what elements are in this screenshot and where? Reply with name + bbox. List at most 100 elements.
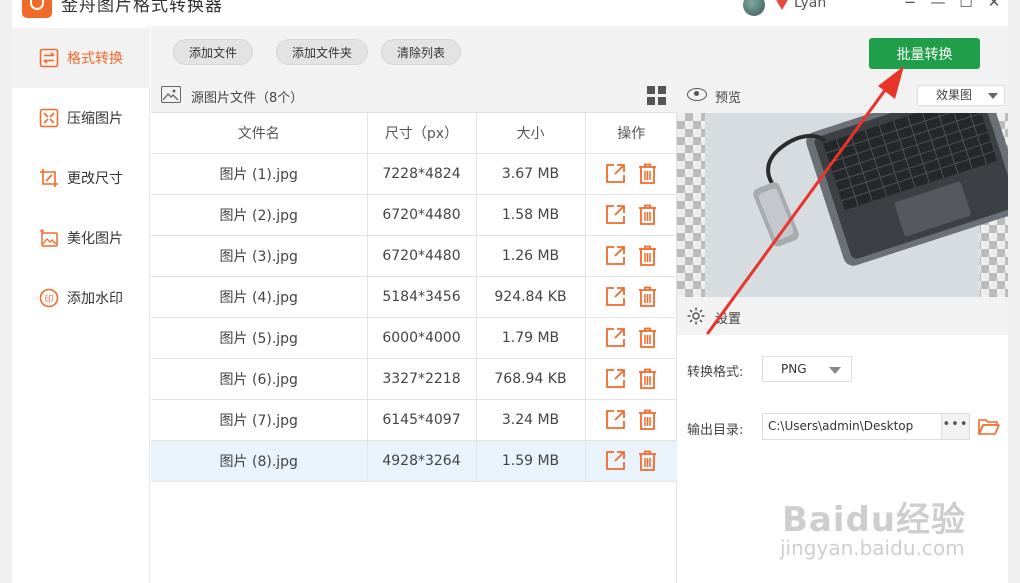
chevron-down-icon (988, 93, 998, 99)
file-list-header: 源图片文件（8个） (151, 76, 677, 113)
table-row[interactable]: 图片 (8).jpg 4928*3264 1.59 MB (151, 440, 677, 482)
baidu-watermark: Baidu经验 jingyan.baidu.com (780, 490, 1000, 570)
file-actions (585, 235, 677, 277)
maximize-button[interactable]: ☐ (956, 0, 976, 11)
file-name: 图片 (5).jpg (151, 317, 368, 359)
file-dimensions: 6720*4480 (367, 235, 477, 277)
trash-icon[interactable] (638, 327, 657, 348)
file-size: 1.79 MB (476, 317, 586, 359)
title-bar: 金舟图片格式转换器 Lyan − — ☐ ✕ (12, 0, 1008, 26)
open-external-icon[interactable] (605, 409, 626, 430)
app-logo-icon (22, 0, 52, 18)
file-name: 图片 (6).jpg (151, 358, 368, 400)
file-size: 1.26 MB (476, 235, 586, 277)
watermark-url: jingyan.baidu.com (780, 536, 965, 560)
window-right-edge (1008, 0, 1020, 583)
add-folder-button[interactable]: 添加文件夹 (276, 39, 368, 65)
trash-icon[interactable] (638, 163, 657, 184)
avatar[interactable] (743, 0, 765, 16)
username[interactable]: Lyan (794, 0, 826, 11)
toolbar: 添加文件 添加文件夹 清除列表 批量转换 (151, 26, 1008, 76)
sidebar-item-compress[interactable]: 压缩图片 (12, 88, 150, 148)
open-external-icon[interactable] (605, 450, 626, 471)
trash-icon[interactable] (638, 286, 657, 307)
vip-badge-icon (775, 0, 789, 10)
open-external-icon[interactable] (605, 245, 626, 266)
file-size: 768.94 KB (476, 358, 586, 400)
beautify-icon (39, 228, 59, 248)
open-external-icon[interactable] (605, 286, 626, 307)
format-value: PNG (781, 362, 807, 376)
file-size: 3.24 MB (476, 399, 586, 441)
sidebar: 格式转换 压缩图片 更改尺寸 美化图片 印 添加水印 (12, 26, 150, 583)
trash-icon[interactable] (638, 204, 657, 225)
file-actions (585, 276, 677, 318)
sidebar-item-label: 美化图片 (67, 231, 123, 247)
sidebar-item-label: 格式转换 (67, 51, 123, 67)
trash-icon[interactable] (638, 409, 657, 430)
table-row[interactable]: 图片 (2).jpg 6720*4480 1.58 MB (151, 194, 677, 236)
folder-icon[interactable] (978, 417, 1000, 436)
trash-icon[interactable] (638, 368, 657, 389)
trash-icon[interactable] (638, 245, 657, 266)
file-actions (585, 194, 677, 236)
file-dimensions: 7228*4824 (367, 153, 477, 195)
file-size: 3.67 MB (476, 153, 586, 195)
table-row[interactable]: 图片 (5).jpg 6000*4000 1.79 MB (151, 317, 677, 359)
window-left-edge (0, 0, 12, 583)
table-row[interactable]: 图片 (4).jpg 5184*3456 924.84 KB (151, 276, 677, 318)
image-icon (161, 86, 181, 103)
file-actions (585, 153, 677, 195)
watermark-brand: Baidu经验 (782, 500, 967, 540)
open-external-icon[interactable] (605, 327, 626, 348)
view-mode-select[interactable]: 效果图 (917, 85, 1005, 106)
batch-convert-button[interactable]: 批量转换 (869, 38, 980, 69)
file-name: 图片 (1).jpg (151, 153, 368, 195)
open-external-icon[interactable] (605, 204, 626, 225)
file-size: 1.58 MB (476, 194, 586, 236)
table-row[interactable]: 图片 (7).jpg 6145*4097 3.24 MB (151, 399, 677, 441)
menu-button[interactable]: − (900, 0, 920, 11)
grid-view-icon[interactable] (647, 86, 666, 105)
settings-label: 设置 (715, 312, 742, 327)
table-row[interactable]: 图片 (3).jpg 6720*4480 1.26 MB (151, 235, 677, 277)
minimize-button[interactable]: — (928, 0, 948, 11)
file-list-title: 源图片文件（8个） (191, 91, 304, 106)
sidebar-item-watermark[interactable]: 印 添加水印 (12, 268, 150, 328)
browse-dots-button[interactable]: ••• (942, 413, 970, 440)
preview-label: 预览 (715, 91, 742, 106)
format-select[interactable]: PNG (762, 356, 852, 382)
column-header-size: 大小 (476, 113, 586, 154)
file-name: 图片 (4).jpg (151, 276, 368, 318)
app-title: 金舟图片格式转换器 (61, 0, 223, 16)
output-dir-field[interactable]: C:\Users\admin\Desktop (762, 413, 942, 440)
table-row[interactable]: 图片 (1).jpg 7228*4824 3.67 MB (151, 153, 677, 195)
trash-icon[interactable] (638, 450, 657, 471)
file-actions (585, 399, 677, 441)
sidebar-item-beautify[interactable]: 美化图片 (12, 208, 150, 268)
file-dimensions: 3327*2218 (367, 358, 477, 400)
add-file-button[interactable]: 添加文件 (173, 39, 253, 65)
preview-header: 预览 效果图 (677, 76, 1008, 113)
sidebar-item-label: 压缩图片 (67, 111, 123, 127)
sidebar-item-resize[interactable]: 更改尺寸 (12, 148, 150, 208)
format-label: 转换格式: (687, 365, 744, 380)
open-external-icon[interactable] (605, 368, 626, 389)
column-header-filename: 文件名 (151, 113, 368, 154)
svg-text:印: 印 (44, 293, 53, 305)
file-dimensions: 6145*4097 (367, 399, 477, 441)
file-actions (585, 317, 677, 359)
file-size: 1.59 MB (476, 440, 586, 482)
sidebar-item-format-convert[interactable]: 格式转换 (12, 28, 150, 88)
column-header-dimensions: 尺寸（px） (367, 113, 477, 154)
file-name: 图片 (3).jpg (151, 235, 368, 277)
resize-icon (39, 168, 59, 188)
file-size: 924.84 KB (476, 276, 586, 318)
compress-icon (39, 108, 59, 128)
close-button[interactable]: ✕ (984, 0, 1004, 11)
open-external-icon[interactable] (605, 163, 626, 184)
clear-list-button[interactable]: 清除列表 (381, 39, 461, 65)
file-dimensions: 6720*4480 (367, 194, 477, 236)
table-row[interactable]: 图片 (6).jpg 3327*2218 768.94 KB (151, 358, 677, 400)
output-dir-label: 输出目录: (687, 423, 744, 438)
